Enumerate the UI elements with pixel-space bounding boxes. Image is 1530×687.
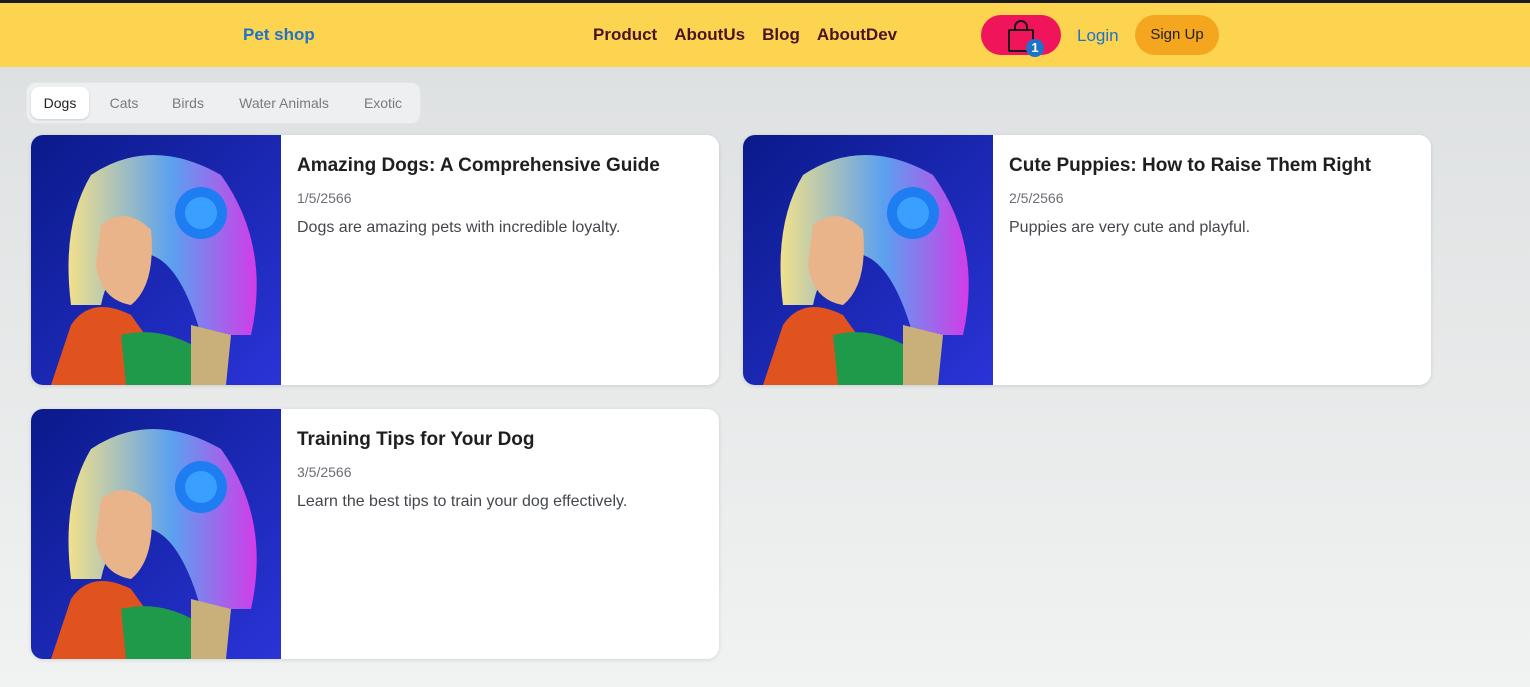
post-card[interactable]: Cute Puppies: How to Raise Them Right 2/… — [743, 135, 1431, 385]
nav-links: Product AboutUs Blog AboutDev — [593, 25, 914, 45]
tab-exotic[interactable]: Exotic — [353, 87, 413, 119]
post-card[interactable]: Training Tips for Your Dog 3/5/2566 Lear… — [31, 409, 719, 659]
post-title[interactable]: Training Tips for Your Dog — [297, 429, 535, 451]
post-title[interactable]: Cute Puppies: How to Raise Them Right — [1009, 155, 1371, 177]
post-date: 2/5/2566 — [1009, 190, 1064, 206]
brand-logo-text[interactable]: Pet shop — [243, 25, 315, 45]
post-date: 3/5/2566 — [297, 464, 352, 480]
login-link[interactable]: Login — [1077, 26, 1119, 46]
signup-button[interactable]: Sign Up — [1135, 15, 1219, 55]
post-thumbnail-image — [31, 135, 281, 385]
tab-birds[interactable]: Birds — [161, 87, 215, 119]
navbar: Pet shop Product AboutUs Blog AboutDev 1… — [0, 3, 1530, 67]
post-thumbnail-image — [743, 135, 993, 385]
nav-link-aboutdev[interactable]: AboutDev — [817, 25, 897, 45]
post-date: 1/5/2566 — [297, 190, 352, 206]
post-description: Puppies are very cute and playful. — [1009, 219, 1251, 236]
nav-link-product[interactable]: Product — [593, 25, 657, 45]
tab-cats[interactable]: Cats — [99, 87, 149, 119]
category-tabs: Dogs Cats Birds Water Animals Exotic — [27, 83, 420, 123]
post-description: Dogs are amazing pets with incredible lo… — [297, 219, 621, 236]
post-description: Learn the best tips to train your dog ef… — [297, 493, 628, 510]
tab-water-animals[interactable]: Water Animals — [229, 87, 339, 119]
cart-count-badge: 1 — [1026, 39, 1044, 57]
post-title[interactable]: Amazing Dogs: A Comprehensive Guide — [297, 155, 660, 177]
nav-link-aboutus[interactable]: AboutUs — [674, 25, 745, 45]
nav-link-blog[interactable]: Blog — [762, 25, 800, 45]
post-thumbnail-image — [31, 409, 281, 659]
post-card[interactable]: Amazing Dogs: A Comprehensive Guide 1/5/… — [31, 135, 719, 385]
tab-dogs[interactable]: Dogs — [31, 87, 89, 119]
cart-button[interactable]: 1 — [981, 15, 1061, 57]
